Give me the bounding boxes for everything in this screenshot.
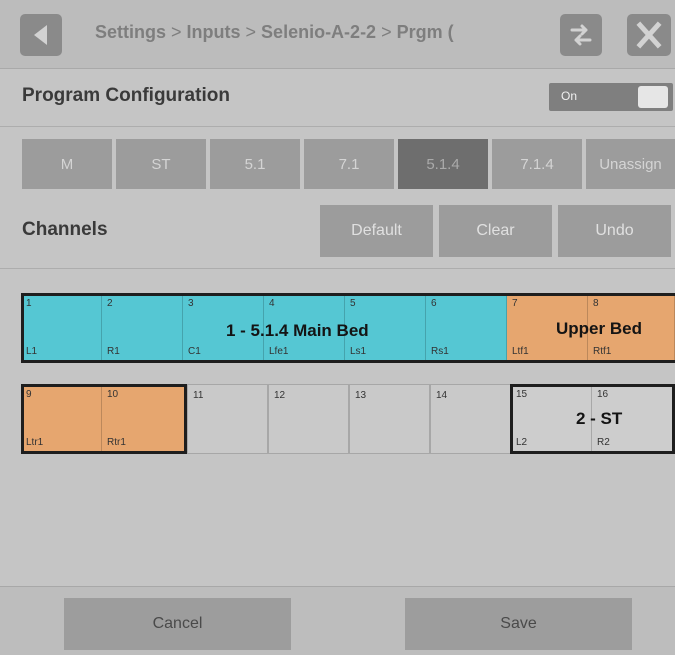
- format-7-1-4-button[interactable]: 7.1.4: [492, 139, 582, 189]
- channel-cell[interactable]: 14: [430, 384, 511, 454]
- toggle-label: On: [561, 89, 578, 103]
- close-button[interactable]: [627, 14, 671, 56]
- channels-title: Channels: [22, 219, 108, 240]
- channel-cell[interactable]: 12: [268, 384, 349, 454]
- swap-button[interactable]: [560, 14, 602, 56]
- divider: [0, 268, 675, 269]
- close-icon: [636, 21, 662, 49]
- format-5-1-button[interactable]: 5.1: [210, 139, 300, 189]
- unassign-button[interactable]: Unassign: [586, 139, 675, 189]
- back-button[interactable]: [20, 14, 62, 56]
- breadcrumb-separator: >: [171, 22, 182, 42]
- breadcrumb: Settings > Inputs > Selenio-A-2-2 > Prgm (: [95, 22, 525, 46]
- channel-row-1: 1 L1 2 R1 3 C1 4 Lfe1 5 Ls1 6 Rs1 7 Ltf1 8 Rtf1 …: [21, 293, 675, 363]
- format-mono-button[interactable]: M: [22, 139, 112, 189]
- program-configuration-title: Program Configuration: [22, 85, 230, 106]
- save-button[interactable]: Save: [405, 598, 632, 650]
- back-arrow-icon: [34, 25, 47, 45]
- channel-number: 13: [355, 390, 367, 401]
- toggle-knob: [638, 86, 668, 108]
- channel-cell[interactable]: 13: [349, 384, 430, 454]
- group-main-bed-label: 1 - 5.1.4 Main Bed: [226, 321, 369, 340]
- format-5-1-4-button[interactable]: 5.1.4: [398, 139, 488, 189]
- channel-cell[interactable]: 11: [187, 384, 268, 454]
- format-7-1-button[interactable]: 7.1: [304, 139, 394, 189]
- channel-number: 14: [436, 390, 448, 401]
- group-upper-bed-label: Upper Bed: [556, 319, 642, 338]
- group-stereo-label: 2 - ST: [576, 409, 623, 428]
- channel-number: 12: [274, 390, 286, 401]
- clear-button[interactable]: Clear: [439, 205, 552, 257]
- breadcrumb-settings[interactable]: Settings: [95, 22, 166, 42]
- format-stereo-button[interactable]: ST: [116, 139, 206, 189]
- channel-number: 11: [193, 390, 204, 401]
- channel-row-2: 9 Ltr1 10 Rtr1 11 12 13 14 15 L2 16 R2 2 - S…: [21, 384, 675, 454]
- breadcrumb-input-name[interactable]: Selenio-A-2-2: [261, 22, 376, 42]
- breadcrumb-inputs[interactable]: Inputs: [187, 22, 241, 42]
- program-config-toggle[interactable]: On: [549, 83, 673, 111]
- default-button[interactable]: Default: [320, 205, 433, 257]
- divider: [0, 126, 675, 127]
- breadcrumb-separator: >: [245, 22, 257, 42]
- swap-arrows-icon: [570, 24, 592, 46]
- breadcrumb-program: Prgm (: [396, 22, 454, 42]
- cancel-button[interactable]: Cancel: [64, 598, 291, 650]
- undo-button[interactable]: Undo: [558, 205, 671, 257]
- group-outline: [21, 384, 187, 454]
- breadcrumb-separator: >: [381, 22, 392, 42]
